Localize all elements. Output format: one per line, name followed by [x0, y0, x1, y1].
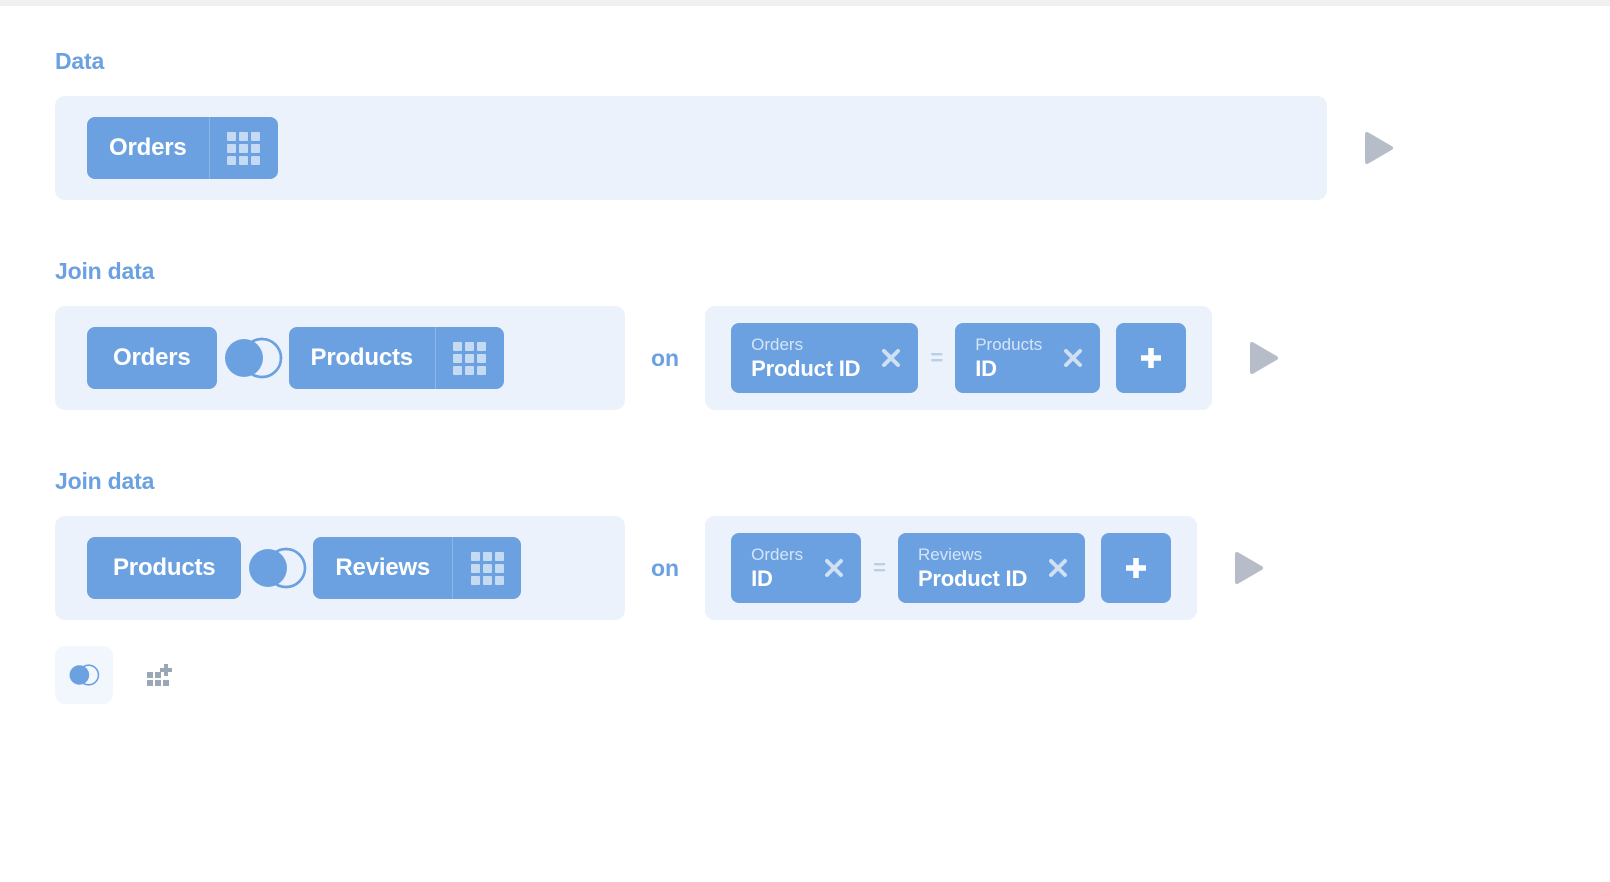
- venn-left-join-glyph: [222, 337, 284, 379]
- play-icon: [1249, 342, 1279, 374]
- join-operator-2: =: [873, 555, 886, 581]
- notebook-step-join-1: Join data Orders Products: [0, 200, 1610, 410]
- notebook-step-join-2: Join data Products Reviews: [0, 410, 1610, 620]
- join-left-table-pill-1[interactable]: Orders: [87, 327, 217, 389]
- close-icon[interactable]: [878, 345, 904, 371]
- close-icon[interactable]: [821, 555, 847, 581]
- join-right-table-pill-2[interactable]: Reviews: [313, 537, 521, 599]
- play-icon: [1234, 552, 1264, 584]
- add-join-condition-button-2[interactable]: [1101, 533, 1171, 603]
- step-title-join-1: Join data: [0, 258, 1610, 285]
- close-glyph: [1061, 346, 1085, 370]
- join-on-label-2: on: [651, 516, 679, 620]
- table-grid-icon[interactable]: [210, 117, 278, 179]
- join-condition-panel-1: Orders Product ID = Products ID: [705, 306, 1212, 410]
- play-icon: [1364, 132, 1394, 164]
- add-data-grid-icon: [143, 660, 173, 690]
- join-lhs-table-1: Orders: [751, 334, 860, 355]
- grid-glyph: [453, 342, 486, 375]
- close-icon[interactable]: [1045, 555, 1071, 581]
- table-grid-icon[interactable]: [453, 537, 521, 599]
- data-table-pill-orders[interactable]: Orders: [87, 117, 278, 179]
- run-step-button-join-2[interactable]: [1221, 516, 1277, 620]
- query-notebook: Data Orders Join: [0, 6, 1610, 704]
- join-condition-lhs-2[interactable]: Orders ID: [731, 533, 861, 603]
- join-type-venn-icon-2[interactable]: [241, 537, 313, 599]
- close-icon[interactable]: [1060, 345, 1086, 371]
- join-rhs-table-1: Products: [975, 334, 1042, 355]
- join-lhs-table-2: Orders: [751, 544, 803, 565]
- join-rhs-field-2: Product ID: [918, 565, 1027, 592]
- data-source-panel: Orders: [55, 96, 1327, 200]
- step-title-join-2: Join data: [0, 468, 1610, 495]
- join-right-table-name-2: Reviews: [313, 537, 452, 599]
- join-left-table-pill-2[interactable]: Products: [87, 537, 241, 599]
- notebook-footer-actions: [0, 646, 1610, 704]
- join-source-panel-1: Orders Products: [55, 306, 625, 410]
- grid-glyph: [471, 552, 504, 585]
- join-right-table-pill-1[interactable]: Products: [289, 327, 504, 389]
- join-lhs-field-1: Product ID: [751, 355, 860, 382]
- join-condition-panel-2: Orders ID = Reviews Product ID: [705, 516, 1197, 620]
- grid-glyph: [227, 132, 260, 165]
- join-condition-lhs-1[interactable]: Orders Product ID: [731, 323, 918, 393]
- add-join-condition-button-1[interactable]: [1116, 323, 1186, 393]
- join-left-table-name-1: Orders: [87, 327, 217, 389]
- table-grid-icon[interactable]: [436, 327, 504, 389]
- join-left-table-name-2: Products: [87, 537, 241, 599]
- join-rhs-table-2: Reviews: [918, 544, 1027, 565]
- join-source-panel-2: Products Reviews: [55, 516, 625, 620]
- join-operator-1: =: [930, 345, 943, 371]
- join-condition-rhs-1[interactable]: Products ID: [955, 323, 1100, 393]
- join-on-label-1: on: [651, 306, 679, 410]
- plus-icon: [1136, 343, 1166, 373]
- join-type-venn-icon-1[interactable]: [217, 327, 289, 389]
- venn-left-join-glyph: [246, 547, 308, 589]
- run-step-button-join-1[interactable]: [1236, 306, 1292, 410]
- join-rhs-field-1: ID: [975, 355, 1042, 382]
- data-table-name: Orders: [87, 117, 209, 179]
- close-glyph: [1046, 556, 1070, 580]
- add-data-step-button[interactable]: [129, 646, 187, 704]
- notebook-step-data: Data Orders: [0, 6, 1610, 200]
- close-glyph: [822, 556, 846, 580]
- run-step-button-data[interactable]: [1351, 96, 1407, 200]
- plus-icon: [1121, 553, 1151, 583]
- join-venn-icon: [68, 664, 100, 686]
- join-condition-rhs-2[interactable]: Reviews Product ID: [898, 533, 1085, 603]
- step-title-data: Data: [0, 48, 1610, 75]
- close-glyph: [879, 346, 903, 370]
- join-lhs-field-2: ID: [751, 565, 803, 592]
- add-join-step-button[interactable]: [55, 646, 113, 704]
- join-right-table-name-1: Products: [289, 327, 435, 389]
